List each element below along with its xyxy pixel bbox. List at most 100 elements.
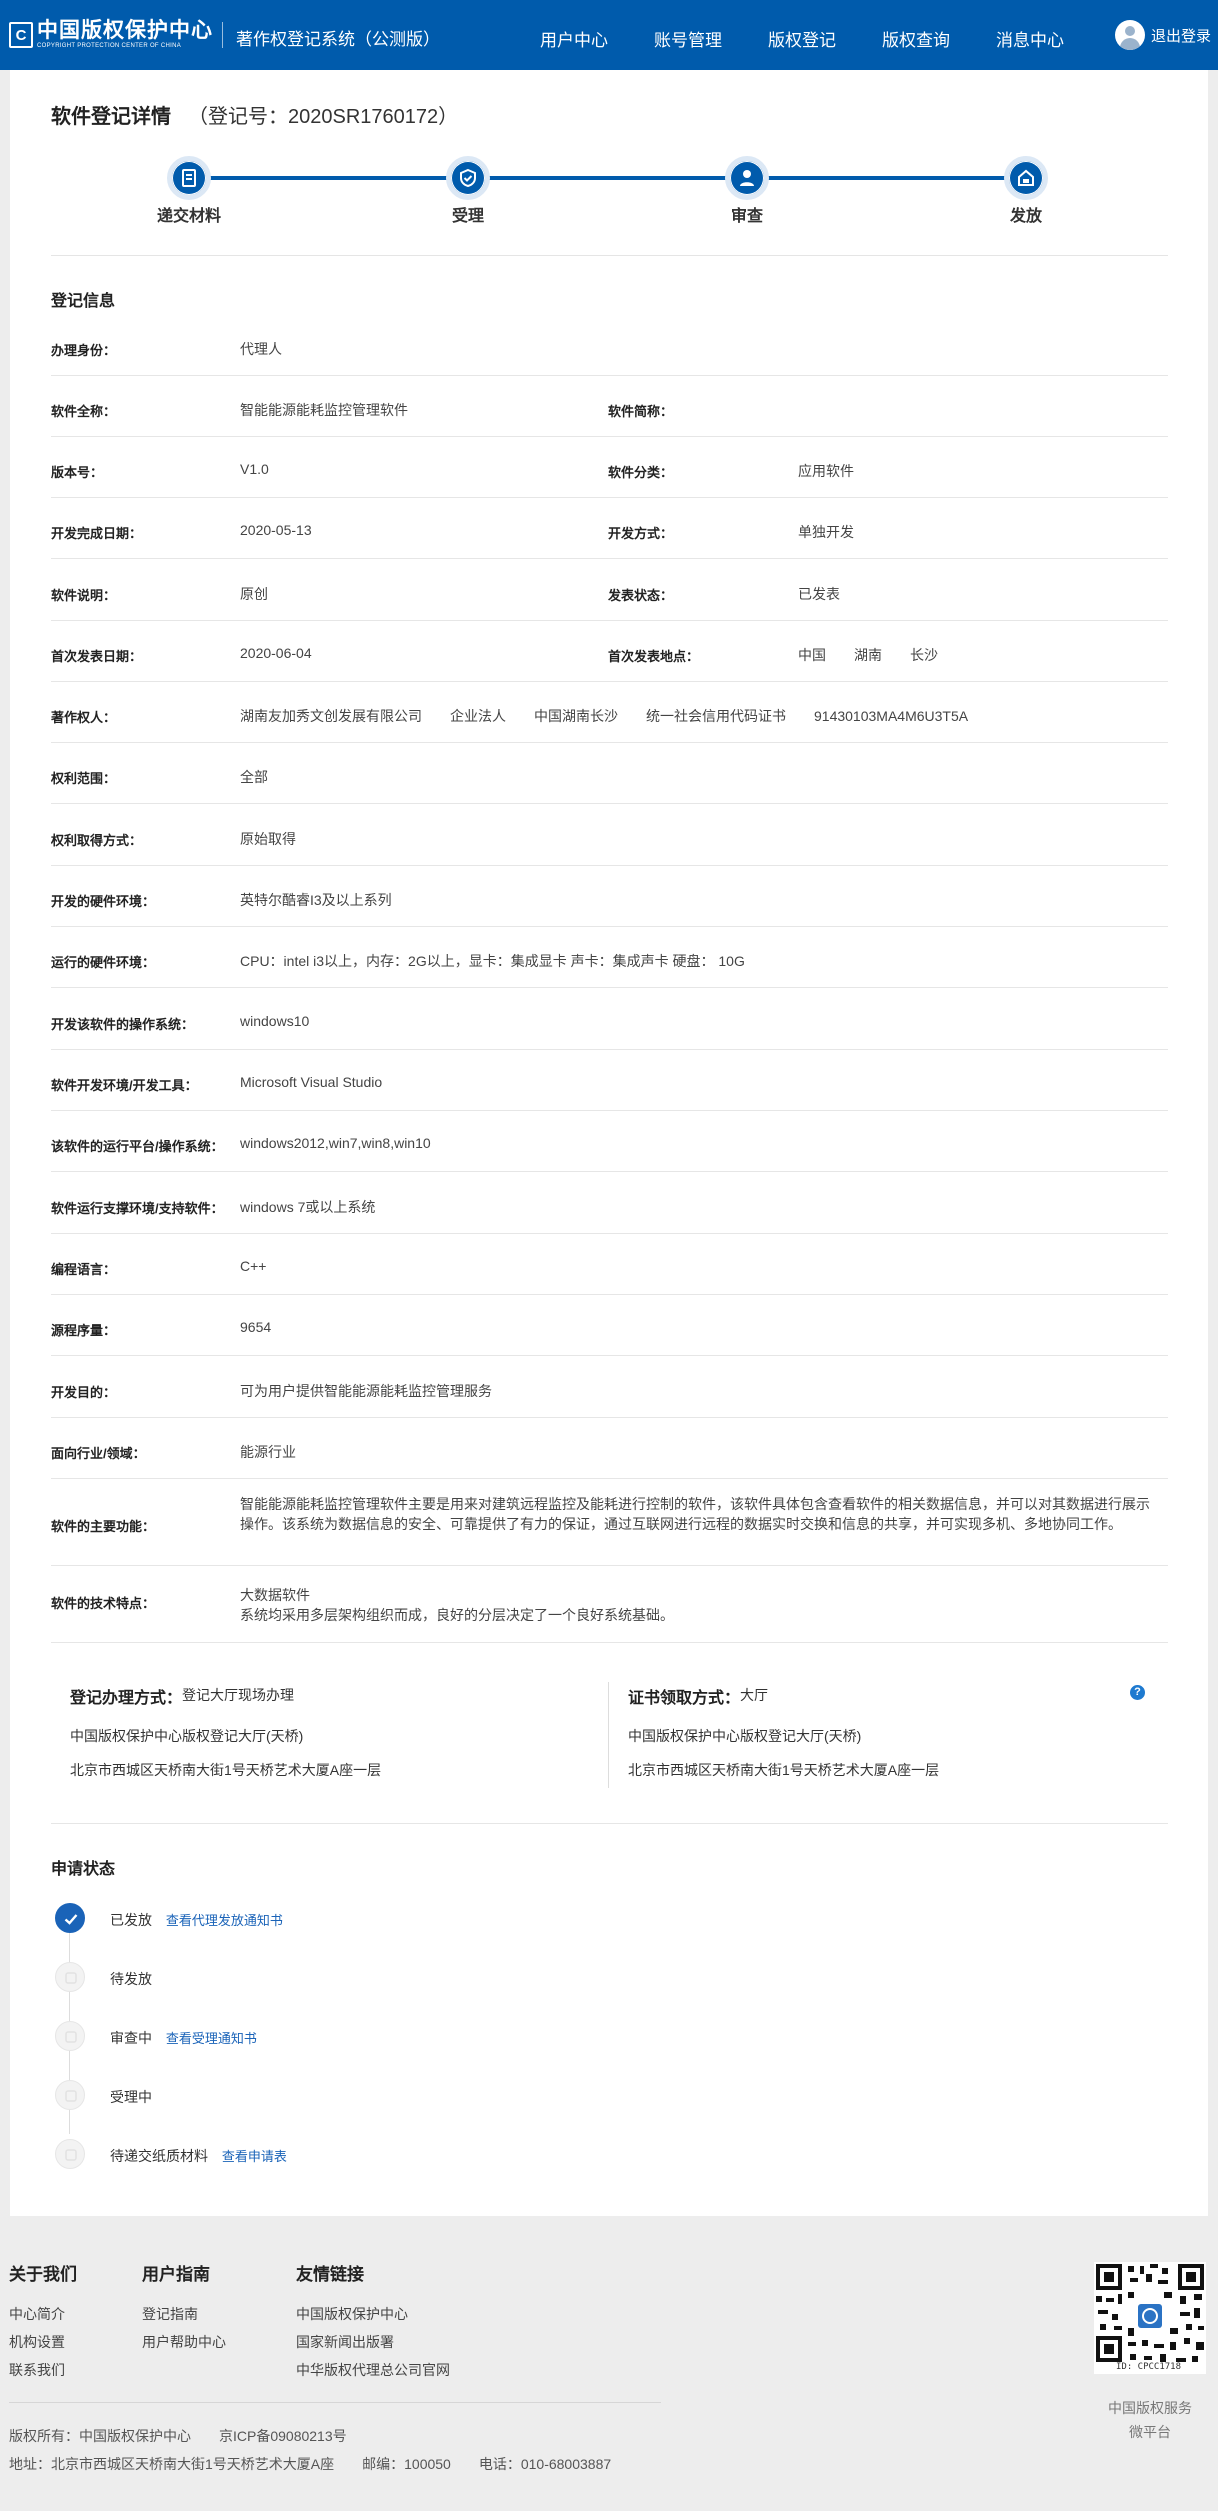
- status-pending-issue-label: 待发放: [110, 1971, 152, 1987]
- field-label: 权利范围：: [51, 771, 117, 786]
- field-value: 单独开发: [798, 524, 854, 540]
- field-value: 原始取得: [240, 831, 296, 847]
- row-divider: [51, 1233, 1168, 1234]
- step-accepted: 受理: [451, 208, 484, 225]
- field-label: 版本号：: [51, 465, 104, 480]
- field-label: 面向行业/领域：: [51, 1446, 146, 1461]
- registration-info-title: 登记信息: [51, 293, 116, 310]
- tech-feature-line1: 大数据软件: [240, 1587, 310, 1603]
- handling-hall-name: 中国版权保护中心版权登记大厅(天桥): [70, 1728, 304, 1744]
- field-value: 英特尔酷睿I3及以上系列: [240, 892, 392, 908]
- qr-caption-line1: 中国版权服务: [1108, 2400, 1192, 2416]
- row-divider: [51, 1355, 1168, 1356]
- field-value: windows10: [240, 1013, 310, 1029]
- divider: [51, 255, 1168, 256]
- field-value: 可为用户提供智能能源能耗监控管理服务: [240, 1383, 492, 1399]
- pending-circle-icon: [55, 2021, 85, 2051]
- field-label: 办理身份：: [51, 343, 117, 358]
- status-awaiting-paper: 待递交纸质材料 查看申请表: [110, 2146, 287, 2166]
- issued-icon: [1004, 156, 1048, 200]
- nav-messages[interactable]: 消息中心: [996, 26, 1064, 51]
- progress-line: [188, 176, 1030, 180]
- row-divider: [51, 1478, 1168, 1479]
- footer-link[interactable]: 用户帮助中心: [142, 2332, 226, 2352]
- row-divider: [51, 681, 1168, 682]
- nav-copyright-query[interactable]: 版权查询: [882, 26, 950, 51]
- field-label: 著作权人：: [51, 710, 117, 725]
- field-value: 已发表: [798, 586, 840, 602]
- nav-copyright-register[interactable]: 版权登记: [768, 26, 836, 51]
- footer-link[interactable]: 中国版权保护中心: [296, 2304, 408, 2324]
- nav-user-center[interactable]: 用户中心: [540, 26, 608, 51]
- field-label: 开发方式：: [608, 526, 674, 541]
- pickup-divider: [608, 1682, 609, 1788]
- footer-link[interactable]: 中华版权代理总公司官网: [296, 2360, 450, 2380]
- row-divider: [51, 1642, 1168, 1643]
- step-issued: 发放: [1009, 208, 1042, 225]
- view-agent-issue-notice-link[interactable]: 查看代理发放通知书: [166, 1913, 283, 1928]
- submit-materials-icon: [167, 156, 211, 200]
- help-icon[interactable]: ?: [1130, 1685, 1145, 1700]
- field-label: 开发的硬件环境：: [51, 894, 156, 909]
- footer-link[interactable]: 联系我们: [9, 2360, 65, 2380]
- avatar-icon: [1115, 20, 1145, 50]
- footer-address: 地址：北京市西城区天桥南大街1号天桥艺术大厦A座 邮编：100050 电话：01…: [9, 2456, 612, 2472]
- status-under-review: 审查中 查看受理通知书: [110, 2028, 257, 2048]
- field-value: windows2012,win7,win8,win10: [240, 1135, 431, 1151]
- field-value: 湖南友加秀文创发展有限公司 企业法人 中国湖南长沙 统一社会信用代码证书 914…: [240, 708, 969, 724]
- handling-hall-address: 北京市西城区天桥南大街1号天桥艺术大厦A座一层: [70, 1762, 382, 1778]
- copyright-logo-icon: C: [9, 22, 33, 48]
- footer-guide-title: 用户指南: [142, 2265, 210, 2284]
- qr-code-icon: [1094, 2262, 1206, 2374]
- status-accepting: 受理中: [110, 2087, 152, 2107]
- view-acceptance-notice-link[interactable]: 查看受理通知书: [166, 2031, 257, 2046]
- logo-subtitle: COPYRIGHT PROTECTION CENTER OF CHINA: [37, 43, 182, 49]
- field-label: 软件的技术特点：: [51, 1596, 156, 1611]
- view-application-form-link[interactable]: 查看申请表: [222, 2149, 287, 2164]
- nav-account[interactable]: 账号管理: [654, 26, 722, 51]
- field-label: 运行的硬件环境：: [51, 955, 156, 970]
- field-label: 软件简称：: [608, 404, 674, 419]
- status-accepting-label: 受理中: [110, 2089, 152, 2105]
- field-value: 智能能源能耗监控管理软件: [240, 402, 408, 418]
- row-divider: [51, 1294, 1168, 1295]
- row-divider: [51, 1049, 1168, 1050]
- field-value: 应用软件: [798, 463, 854, 479]
- footer-link[interactable]: 登记指南: [142, 2304, 198, 2324]
- field-label: 源程序量：: [51, 1323, 117, 1338]
- review-icon: [725, 156, 769, 200]
- field-value: windows 7或以上系统: [240, 1199, 376, 1215]
- row-divider: [51, 987, 1168, 988]
- field-label: 编程语言：: [51, 1262, 117, 1277]
- footer-link[interactable]: 国家新闻出版署: [296, 2332, 394, 2352]
- row-divider: [51, 1823, 1168, 1824]
- handling-method-label: 登记办理方式：: [70, 1690, 183, 1707]
- top-header: C 中国版权保护中心 COPYRIGHT PROTECTION CENTER O…: [0, 0, 1218, 70]
- footer-link[interactable]: 中心简介: [9, 2304, 65, 2324]
- tech-feature-line2: 系统均采用多层架构组织而成，良好的分层决定了一个良好系统基础。: [240, 1607, 674, 1623]
- site-footer: 关于我们 中心简介 机构设置 联系我们 用户指南 登记指南 用户帮助中心 友情链…: [0, 2216, 1218, 2511]
- detail-card: 软件登记详情 （登记号：2020SR1760172） 递交材料 受理 审查 发放…: [10, 70, 1208, 2216]
- footer-divider: [9, 2402, 661, 2403]
- step-submit-materials: 递交材料: [156, 208, 221, 225]
- step-review: 审查: [730, 208, 763, 225]
- pickup-hall-address: 北京市西城区天桥南大街1号天桥艺术大厦A座一层: [628, 1762, 940, 1778]
- row-divider: [51, 865, 1168, 866]
- site-logo[interactable]: C 中国版权保护中心 COPYRIGHT PROTECTION CENTER O…: [9, 18, 213, 52]
- qr-id: ID: CPCC1718: [1116, 2362, 1182, 2372]
- check-icon: [55, 1903, 85, 1933]
- logout-button[interactable]: 退出登录: [1115, 20, 1211, 50]
- field-value: 全部: [240, 769, 268, 785]
- row-divider: [51, 803, 1168, 804]
- row-divider: [51, 436, 1168, 437]
- field-value: V1.0: [240, 461, 269, 477]
- footer-link[interactable]: 机构设置: [9, 2332, 65, 2352]
- qr-caption-line2: 微平台: [1129, 2424, 1171, 2440]
- row-divider: [51, 375, 1168, 376]
- certificate-pickup-value: 大厅: [740, 1687, 768, 1703]
- status-awaiting-paper-label: 待递交纸质材料: [110, 2148, 208, 2164]
- field-label: 首次发表日期：: [51, 649, 143, 664]
- handling-method-value: 登记大厅现场办理: [182, 1687, 294, 1703]
- field-value: 2020-06-04: [240, 645, 312, 661]
- row-divider: [51, 926, 1168, 927]
